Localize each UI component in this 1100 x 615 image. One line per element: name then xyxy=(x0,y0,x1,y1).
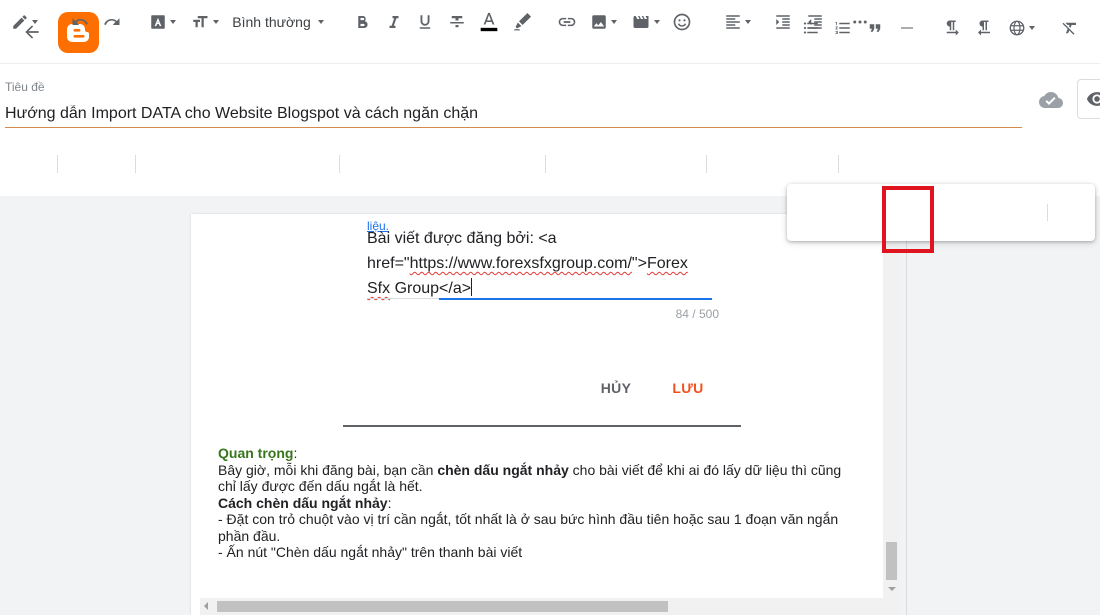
horizontal-line-button[interactable] xyxy=(895,16,919,40)
numbered-list-button[interactable] xyxy=(832,16,854,40)
insert-image-button[interactable] xyxy=(587,8,619,36)
underline-button[interactable] xyxy=(413,8,437,36)
image-icon xyxy=(591,15,606,29)
dialog-bottom-edge xyxy=(343,425,741,427)
bold-icon xyxy=(358,16,368,29)
more-formatting-toolbar xyxy=(787,184,1095,241)
character-counter: 84 / 500 xyxy=(675,307,719,321)
compose-mode-button[interactable] xyxy=(7,8,41,36)
align-left-icon xyxy=(725,15,740,29)
toolbar-divider xyxy=(545,155,546,173)
rtl-icon xyxy=(978,20,990,36)
toolbar-divider xyxy=(838,155,839,173)
highlight-annotation-box xyxy=(882,186,934,253)
chevron-down-icon xyxy=(317,20,324,24)
editor-toolbar xyxy=(0,142,1100,186)
cancel-button[interactable]: HỦY xyxy=(593,380,639,402)
cloud-saved-icon xyxy=(1037,88,1065,112)
clear-formatting-button[interactable] xyxy=(1058,16,1082,40)
font-style-button[interactable] xyxy=(146,8,178,36)
text-color-icon xyxy=(480,12,498,32)
horizontal-scrollbar[interactable] xyxy=(200,598,900,615)
redo-button[interactable] xyxy=(100,8,124,36)
chevron-down-icon xyxy=(744,20,751,24)
quote-button[interactable] xyxy=(864,16,886,40)
indent-increase-icon xyxy=(776,15,790,29)
body-paragraph: Bây giờ, mỗi khi đăng bài, bạn cần chèn … xyxy=(218,461,842,495)
toolbar-divider xyxy=(57,155,58,173)
insert-video-button[interactable] xyxy=(629,8,661,36)
textarea-underline xyxy=(367,298,439,299)
ltr-button[interactable] xyxy=(941,16,963,40)
text-style-icon xyxy=(150,15,165,29)
text-color-button[interactable] xyxy=(477,8,501,36)
code-line: href="https://www.forexsfxgroup.com/">Fo… xyxy=(367,255,688,272)
insert-emoji-button[interactable] xyxy=(670,8,694,36)
howto-heading: Cách chèn dấu ngắt nhảy: xyxy=(218,494,392,511)
chevron-down-icon xyxy=(31,20,38,24)
chevron-down-icon xyxy=(212,20,219,24)
save-button[interactable]: LƯU xyxy=(665,380,711,402)
toolbar-divider xyxy=(706,155,707,173)
bold-button[interactable] xyxy=(350,8,374,36)
font-size-icon xyxy=(192,16,207,28)
redo-icon xyxy=(104,18,120,25)
scroll-down-arrow-icon[interactable] xyxy=(888,587,896,591)
pencil-icon xyxy=(12,15,27,29)
sidebar-divider xyxy=(906,196,907,615)
language-button[interactable] xyxy=(1005,16,1037,40)
emoji-icon xyxy=(673,13,691,31)
strikethrough-button[interactable] xyxy=(445,8,469,36)
howto-step: - Ấn nút "Chèn dấu ngắt nhảy" trên thanh… xyxy=(218,544,523,560)
vertical-scrollbar[interactable] xyxy=(883,214,900,598)
chevron-down-icon xyxy=(653,20,660,24)
toolbar-divider xyxy=(1047,204,1048,221)
toolbar-divider xyxy=(135,155,136,173)
chevron-down-icon xyxy=(169,20,176,24)
horizontal-scrollbar-thumb[interactable] xyxy=(217,601,668,612)
strikethrough-icon xyxy=(450,16,464,28)
post-title-input[interactable] xyxy=(5,101,1022,128)
bulleted-list-button[interactable] xyxy=(800,16,822,40)
font-size-button[interactable] xyxy=(187,8,221,36)
alignment-button[interactable] xyxy=(718,8,756,36)
eye-icon xyxy=(1086,92,1100,106)
link-icon xyxy=(558,17,576,27)
vertical-scrollbar-thumb[interactable] xyxy=(886,542,897,580)
ltr-icon xyxy=(946,20,959,36)
scroll-left-arrow-icon[interactable] xyxy=(204,602,208,610)
chevron-down-icon xyxy=(610,20,617,24)
italic-icon xyxy=(389,16,399,28)
indent-button[interactable] xyxy=(770,8,796,36)
paragraph-format-value: Bình thường xyxy=(232,14,311,30)
numbered-list-icon xyxy=(835,22,850,34)
underline-icon xyxy=(419,15,431,29)
preview-button[interactable] xyxy=(1077,79,1100,119)
textarea-focus-underline xyxy=(439,298,712,300)
highlighter-icon xyxy=(513,12,532,31)
undo-button[interactable] xyxy=(68,8,92,36)
clear-formatting-icon xyxy=(1062,22,1076,35)
title-label: Tiêu đề xyxy=(5,80,45,94)
post-body-content[interactable]: Quan trọng: Bây giờ, mỗi khi đăng bài, b… xyxy=(218,445,858,561)
horizontal-line-icon xyxy=(901,27,913,29)
important-heading: Quan trọng: xyxy=(218,445,298,461)
video-icon xyxy=(633,16,648,28)
rtl-button[interactable] xyxy=(973,16,995,40)
highlight-color-button[interactable] xyxy=(509,8,535,36)
quote-icon xyxy=(869,24,881,32)
paragraph-format-select[interactable]: Bình thường xyxy=(229,8,327,36)
html-code-textarea[interactable]: Bài viết được đăng bởi: <a href="https:/… xyxy=(367,226,727,301)
insert-link-button[interactable] xyxy=(555,8,579,36)
howto-step: - Đặt con trỏ chuột vào vị trí cần ngắt,… xyxy=(218,511,839,544)
code-line: Bài viết được đăng bởi: <a xyxy=(367,230,557,247)
italic-button[interactable] xyxy=(382,8,406,36)
undo-icon xyxy=(72,18,88,25)
text-cursor xyxy=(471,278,473,296)
bulleted-list-icon xyxy=(803,22,818,34)
language-icon xyxy=(1009,20,1024,36)
toolbar-divider xyxy=(339,155,340,173)
chevron-down-icon xyxy=(1028,26,1035,30)
